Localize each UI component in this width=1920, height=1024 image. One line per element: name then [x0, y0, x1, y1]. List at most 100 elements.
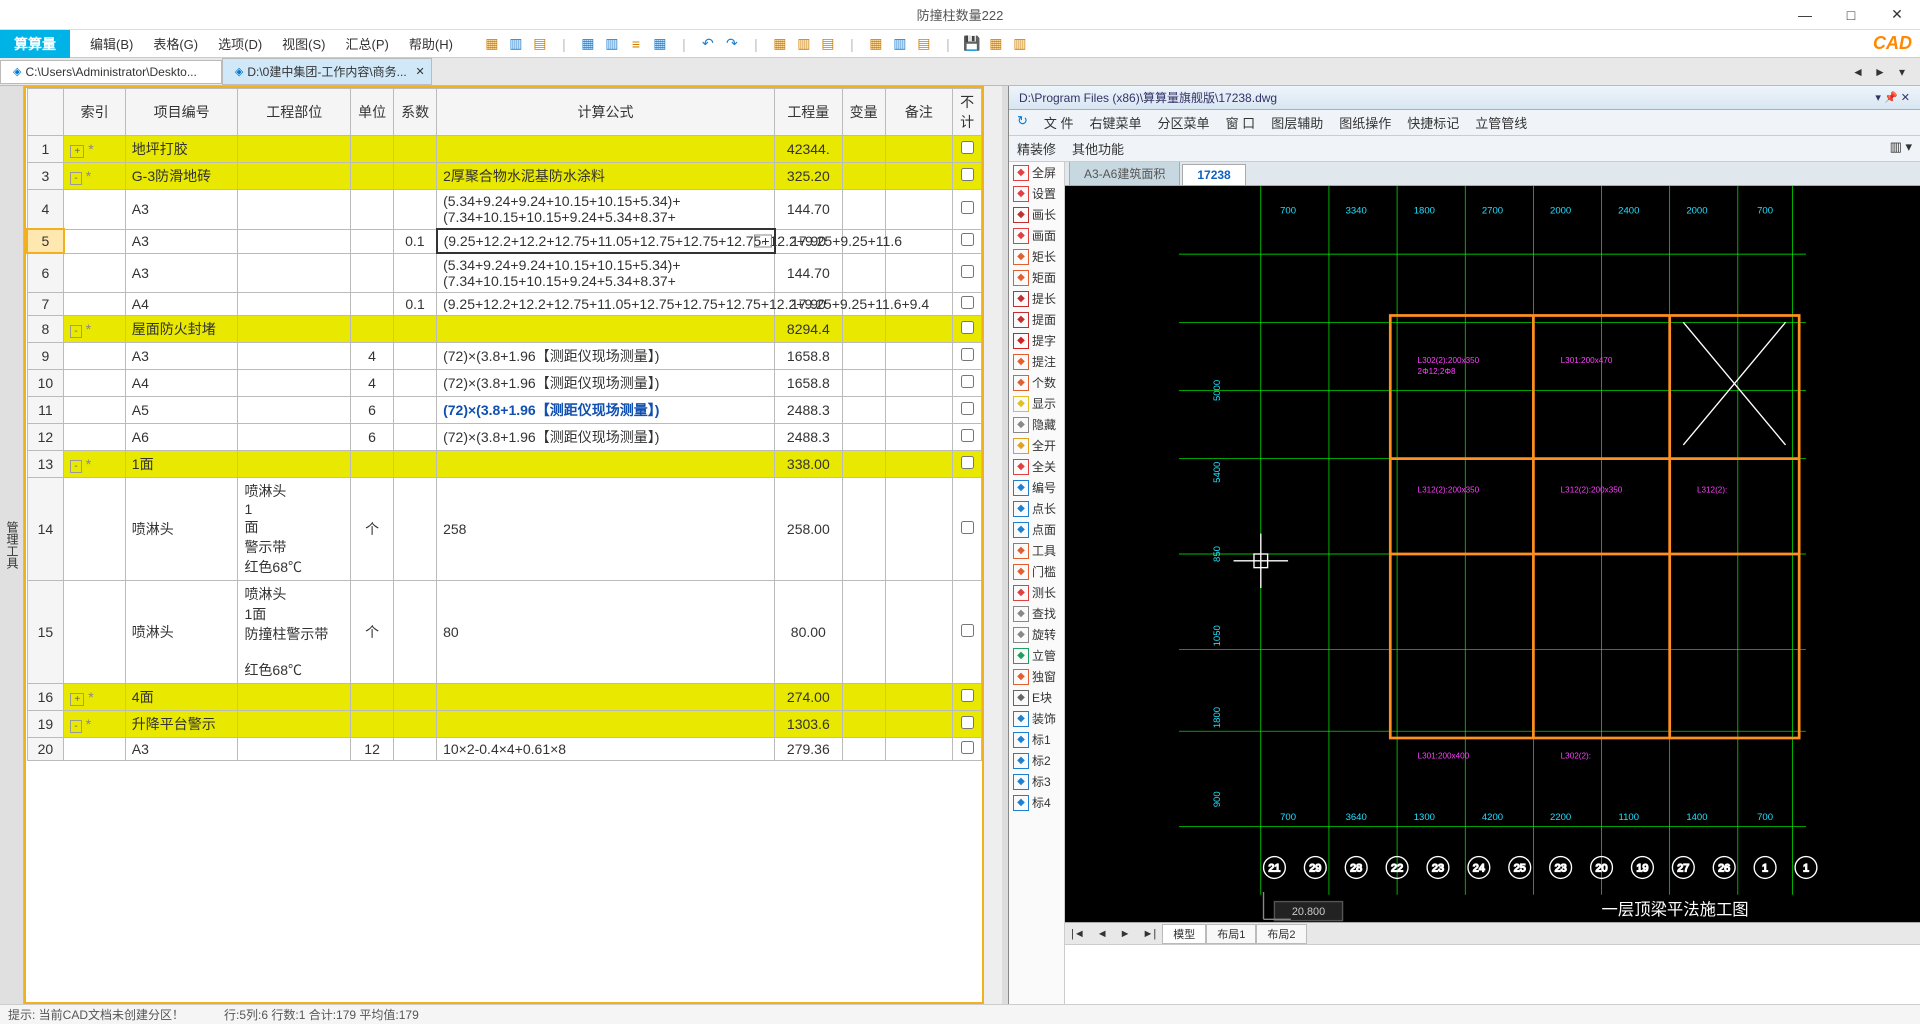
cell[interactable]: [351, 316, 394, 343]
cad-tool-显示[interactable]: ◆显示: [1009, 393, 1064, 414]
cell[interactable]: [238, 163, 351, 190]
close-tab-icon[interactable]: ✕: [415, 65, 424, 78]
maximize-button[interactable]: □: [1828, 0, 1874, 30]
cell[interactable]: [64, 343, 125, 370]
cell[interactable]: [238, 343, 351, 370]
cad-tool-提长[interactable]: ◆提长: [1009, 288, 1064, 309]
cell[interactable]: [238, 738, 351, 761]
formula-cell[interactable]: (9.25+12.2+12.2+12.75+11.05+12.75+12.75+…: [437, 229, 775, 253]
cell[interactable]: 屋面防火封堵: [125, 316, 238, 343]
panel-icon[interactable]: ▥ ▾: [1890, 139, 1912, 158]
cell[interactable]: [885, 316, 953, 343]
tab-prev-icon[interactable]: ◄: [1848, 65, 1868, 79]
tab-list-icon[interactable]: ▾: [1892, 65, 1912, 79]
cell[interactable]: +*: [64, 684, 125, 711]
cell[interactable]: [351, 253, 394, 293]
cad-tool-全关[interactable]: ◆全关: [1009, 456, 1064, 477]
cell[interactable]: 2488.3: [775, 424, 843, 451]
tab-nav-icon[interactable]: |◄: [1065, 928, 1091, 940]
cad-tool-标2[interactable]: ◆标2: [1009, 750, 1064, 771]
cell[interactable]: [842, 253, 885, 293]
cell[interactable]: [394, 397, 437, 424]
cell[interactable]: [885, 190, 953, 230]
cell[interactable]: [394, 581, 437, 684]
menu-help[interactable]: 帮助(H): [399, 34, 463, 53]
cell[interactable]: [394, 370, 437, 397]
cell[interactable]: [64, 229, 125, 253]
cell[interactable]: 4: [351, 343, 394, 370]
col-header[interactable]: 计算公式: [437, 89, 775, 136]
calc-button[interactable]: 算算量: [0, 30, 70, 58]
cell[interactable]: 80.00: [775, 581, 843, 684]
cell[interactable]: [64, 293, 125, 316]
cell[interactable]: -*: [64, 711, 125, 738]
tool-icon[interactable]: ▥: [507, 35, 525, 53]
cell[interactable]: [885, 581, 953, 684]
cell[interactable]: [238, 370, 351, 397]
row-number[interactable]: 11: [27, 397, 64, 424]
cell[interactable]: 4: [351, 370, 394, 397]
cad-tool-测长[interactable]: ◆测长: [1009, 582, 1064, 603]
cell[interactable]: [394, 424, 437, 451]
formula-cell[interactable]: [437, 316, 775, 343]
undo-icon[interactable]: ↶: [699, 35, 717, 53]
checkbox-cell[interactable]: [953, 451, 982, 478]
checkbox-cell[interactable]: [953, 190, 982, 230]
row-number[interactable]: 4: [27, 190, 64, 230]
cell[interactable]: [64, 581, 125, 684]
cell[interactable]: [64, 738, 125, 761]
cell[interactable]: 258.00: [775, 478, 843, 581]
row-number[interactable]: 1: [27, 136, 64, 163]
cell[interactable]: 喷淋头1面警示带红色68℃: [238, 478, 351, 581]
vertical-scrollbar[interactable]: [984, 86, 1002, 1004]
row-number[interactable]: 20: [27, 738, 64, 761]
cell[interactable]: 2488.3: [775, 397, 843, 424]
cell[interactable]: [842, 581, 885, 684]
cell[interactable]: [885, 478, 953, 581]
checkbox-cell[interactable]: [953, 738, 982, 761]
cad-tool-立管[interactable]: ◆立管: [1009, 645, 1064, 666]
col-header[interactable]: 系数: [394, 89, 437, 136]
tool-icon[interactable]: ▦: [867, 35, 885, 53]
cad-submenu[interactable]: 精装修: [1017, 139, 1056, 158]
cell[interactable]: A3: [125, 343, 238, 370]
cell[interactable]: [394, 738, 437, 761]
cell[interactable]: [238, 293, 351, 316]
cell[interactable]: [842, 136, 885, 163]
menu-edit[interactable]: 编辑(B): [80, 34, 143, 53]
file-tab-active[interactable]: ◈ D:\0建中集团-工作内容\商务... ✕: [222, 58, 432, 85]
checkbox-cell[interactable]: [953, 397, 982, 424]
cell[interactable]: [885, 163, 953, 190]
cell[interactable]: 个: [351, 478, 394, 581]
cell[interactable]: [394, 163, 437, 190]
cell[interactable]: 144.70: [775, 190, 843, 230]
cell[interactable]: [842, 163, 885, 190]
row-number[interactable]: 16: [27, 684, 64, 711]
col-header[interactable]: 单位: [351, 89, 394, 136]
cell[interactable]: [394, 136, 437, 163]
cad-menu[interactable]: 右键菜单: [1090, 113, 1142, 132]
cell[interactable]: 325.20: [775, 163, 843, 190]
row-number[interactable]: 19: [27, 711, 64, 738]
formula-cell[interactable]: 258: [437, 478, 775, 581]
cell[interactable]: [238, 684, 351, 711]
cell[interactable]: [351, 229, 394, 253]
cell[interactable]: A3: [125, 190, 238, 230]
cell[interactable]: A3: [125, 253, 238, 293]
cad-tool-隐藏[interactable]: ◆隐藏: [1009, 414, 1064, 435]
cell[interactable]: 274.00: [775, 684, 843, 711]
checkbox-cell[interactable]: [953, 136, 982, 163]
cad-menu[interactable]: 分区菜单: [1158, 113, 1210, 132]
cell[interactable]: [351, 451, 394, 478]
col-header[interactable]: 索引: [64, 89, 125, 136]
tab-nav-icon[interactable]: ►|: [1137, 928, 1163, 940]
cell[interactable]: 喷淋头: [125, 478, 238, 581]
cell[interactable]: [885, 253, 953, 293]
cell[interactable]: 地坪打胶: [125, 136, 238, 163]
cell[interactable]: [842, 397, 885, 424]
cell[interactable]: 6: [351, 424, 394, 451]
spreadsheet[interactable]: 索引 项目编号 工程部位 单位 系数 计算公式 工程量 变量 备注 不计 1+*…: [26, 88, 982, 1002]
cad-viewport[interactable]: L302(2):200x350 2Φ12;2Φ8 L301:200x470 L3…: [1065, 186, 1920, 922]
cell[interactable]: [238, 136, 351, 163]
cad-tool-查找[interactable]: ◆查找: [1009, 603, 1064, 624]
